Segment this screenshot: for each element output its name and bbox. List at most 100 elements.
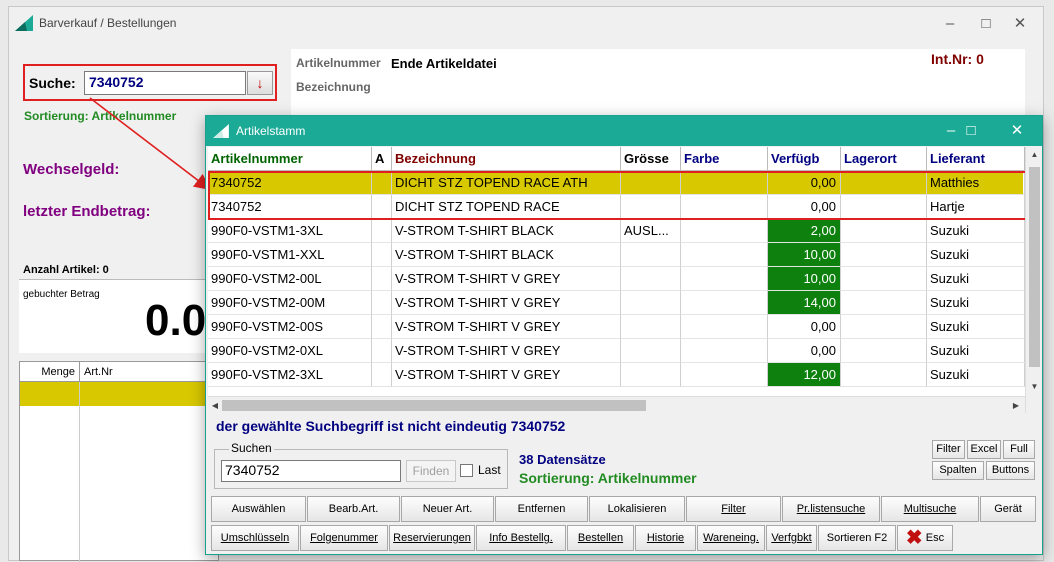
- info-bestellg-button[interactable]: Info Bestellg.: [476, 525, 566, 551]
- minimize-icon[interactable]: –: [935, 13, 965, 35]
- col-header-verfuegb[interactable]: Verfügb: [768, 147, 841, 171]
- cell-lieferant: Suzuki: [927, 363, 1025, 387]
- menge-header[interactable]: Menge: [20, 362, 80, 382]
- cell-groesse: AUSL...: [621, 219, 681, 243]
- maximize-icon[interactable]: □: [971, 13, 1001, 35]
- cell-a: [372, 315, 392, 339]
- historie-button[interactable]: Historie: [635, 525, 696, 551]
- dropdown-arrow-icon[interactable]: ↓: [247, 71, 273, 95]
- cell-farbe: [681, 171, 768, 195]
- col-header-bezeichnung[interactable]: Bezeichnung: [392, 147, 621, 171]
- vertical-scrollbar[interactable]: ▲ ▼: [1025, 147, 1042, 413]
- gebuchter-betrag-value: 0.0: [145, 296, 207, 345]
- horizontal-scrollbar[interactable]: ◀ ▶: [208, 396, 1025, 413]
- last-checkbox[interactable]: [460, 464, 473, 477]
- cell-verf: 0,00: [768, 339, 841, 363]
- scroll-right-icon[interactable]: ▶: [1009, 397, 1023, 413]
- endbetrag-label: letzter Endbetrag:: [23, 203, 151, 220]
- cell-farbe: [681, 267, 768, 291]
- table-row[interactable]: 990F0-VSTM1-XXL V-STROM T-SHIRT BLACK 10,0…: [208, 243, 1025, 267]
- col-header-groesse[interactable]: Grösse: [621, 147, 681, 171]
- cell-artnr: 7340752: [208, 195, 372, 219]
- table-row[interactable]: 7340752 DICHT STZ TOPEND RACE 0,00 Hartje: [208, 195, 1025, 219]
- spalten-button[interactable]: Spalten: [932, 461, 984, 480]
- cell-a: [372, 171, 392, 195]
- cell-bez: DICHT STZ TOPEND RACE: [392, 195, 621, 219]
- sortierung-label: Sortierung: Artikelnummer: [519, 470, 697, 486]
- cell-groesse: [621, 339, 681, 363]
- cell-lagerort: [841, 195, 927, 219]
- verfuegbarkeit-button[interactable]: Verfgbkt: [766, 525, 817, 551]
- bestellen-button[interactable]: Bestellen: [567, 525, 634, 551]
- scroll-up-icon[interactable]: ▲: [1026, 147, 1042, 163]
- entfernen-button[interactable]: Entfernen: [495, 496, 588, 522]
- table-row[interactable]: 990F0-VSTM2-00M V-STROM T-SHIRT V GREY 14,…: [208, 291, 1025, 315]
- search-input[interactable]: 7340752: [84, 71, 246, 95]
- table-row[interactable]: 990F0-VSTM2-0XL V-STROM T-SHIRT V GREY 0,0…: [208, 339, 1025, 363]
- neuer-art-button[interactable]: Neuer Art.: [401, 496, 494, 522]
- esc-button[interactable]: ✖ Esc: [897, 525, 953, 551]
- filter-button[interactable]: Filter: [686, 496, 781, 522]
- cell-lieferant: Hartje: [927, 195, 1025, 219]
- cell-artnr: 990F0-VSTM1-XXL: [208, 243, 372, 267]
- scroll-left-icon[interactable]: ◀: [208, 397, 222, 413]
- col-header-a[interactable]: A: [372, 147, 392, 171]
- wareneingang-button[interactable]: Wareneing.: [697, 525, 765, 551]
- artnr-header[interactable]: Art.Nr: [80, 362, 220, 382]
- article-grid[interactable]: Artikelnummer A Bezeichnung Grösse Farbe…: [208, 147, 1042, 413]
- reservierungen-button[interactable]: Reservierungen: [389, 525, 475, 551]
- finden-button[interactable]: Finden: [406, 460, 456, 482]
- vertical-scroll-thumb[interactable]: [1029, 167, 1040, 367]
- col-header-artikelnummer[interactable]: Artikelnummer: [208, 147, 372, 171]
- cell-farbe: [681, 219, 768, 243]
- dialog-titlebar: Artikelstamm – □ ✕: [206, 116, 1042, 146]
- multisuche-button[interactable]: Multisuche: [881, 496, 979, 522]
- umschluesseln-button[interactable]: Umschlüsseln: [211, 525, 299, 551]
- cell-lagerort: [841, 219, 927, 243]
- auswaehlen-button[interactable]: Auswählen: [211, 496, 306, 522]
- cell-bez: V-STROM T-SHIRT V GREY: [392, 363, 621, 387]
- cell-bez: V-STROM T-SHIRT BLACK: [392, 219, 621, 243]
- preislistensuche-button[interactable]: Pr.listensuche: [782, 496, 880, 522]
- anzahl-artikel-label: Anzahl Artikel: 0: [23, 264, 109, 276]
- col-header-lagerort[interactable]: Lagerort: [841, 147, 927, 171]
- cell-groesse: [621, 363, 681, 387]
- horizontal-scroll-thumb[interactable]: [222, 400, 646, 411]
- maximize-icon[interactable]: □: [956, 120, 986, 142]
- artikelstamm-dialog: Artikelstamm – □ ✕ Artikelnummer A Bezei…: [205, 115, 1043, 555]
- cell-groesse: [621, 291, 681, 315]
- col-header-farbe[interactable]: Farbe: [681, 147, 768, 171]
- esc-x-icon: ✖: [905, 527, 923, 550]
- close-icon[interactable]: ✕: [1002, 120, 1032, 142]
- order-grid[interactable]: Menge Art.Nr: [19, 361, 220, 562]
- order-selected-row[interactable]: [20, 382, 218, 406]
- cell-bez: V-STROM T-SHIRT V GREY: [392, 291, 621, 315]
- col-header-lieferant[interactable]: Lieferant: [927, 147, 1025, 171]
- bearb-art-button[interactable]: Bearb.Art.: [307, 496, 400, 522]
- buttons-button[interactable]: Buttons: [986, 461, 1035, 480]
- cell-verf: 0,00: [768, 195, 841, 219]
- suchen-input[interactable]: 7340752: [221, 460, 401, 482]
- folgenummer-button[interactable]: Folgenummer: [300, 525, 388, 551]
- scroll-down-icon[interactable]: ▼: [1026, 379, 1042, 395]
- lokalisieren-button[interactable]: Lokalisieren: [589, 496, 685, 522]
- excel-button[interactable]: Excel: [967, 440, 1001, 459]
- close-icon[interactable]: ✕: [1005, 13, 1035, 35]
- full-button[interactable]: Full: [1003, 440, 1035, 459]
- table-row[interactable]: 990F0-VSTM1-3XL V-STROM T-SHIRT BLACK AUSL…: [208, 219, 1025, 243]
- cell-lagerort: [841, 339, 927, 363]
- cell-lagerort: [841, 267, 927, 291]
- table-row[interactable]: 990F0-VSTM2-00L V-STROM T-SHIRT V GREY 10,…: [208, 267, 1025, 291]
- geraet-button[interactable]: Gerät: [980, 496, 1036, 522]
- gebuchter-betrag-panel: gebuchter Betrag 0.0: [19, 279, 219, 353]
- sortieren-f2-button[interactable]: Sortieren F2: [818, 525, 896, 551]
- table-row[interactable]: 7340752 DICHT STZ TOPEND RACE ATH 0,00 Matt…: [208, 171, 1025, 195]
- cell-groesse: [621, 267, 681, 291]
- cell-bez: V-STROM T-SHIRT BLACK: [392, 243, 621, 267]
- artikelnummer-label: Artikelnummer: [296, 56, 381, 70]
- table-row[interactable]: 990F0-VSTM2-3XL V-STROM T-SHIRT V GREY 12,…: [208, 363, 1025, 387]
- table-row[interactable]: 990F0-VSTM2-00S V-STROM T-SHIRT V GREY 0,0…: [208, 315, 1025, 339]
- filter-small-button[interactable]: Filter: [932, 440, 965, 459]
- cell-a: [372, 243, 392, 267]
- cell-lagerort: [841, 291, 927, 315]
